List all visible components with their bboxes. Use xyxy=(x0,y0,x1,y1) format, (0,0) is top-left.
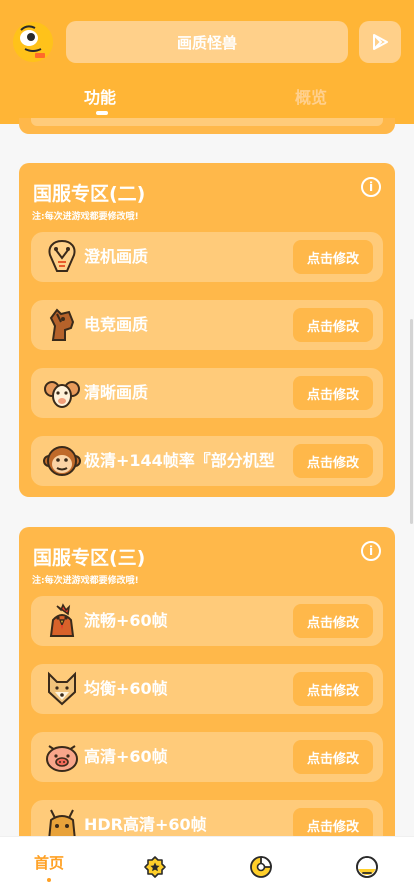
item-label: 高清+60帧 xyxy=(84,747,168,766)
pig-icon xyxy=(46,745,78,772)
nav-home[interactable]: 首页 xyxy=(28,837,70,895)
list-item: 清晰画质 点击修改 xyxy=(31,368,383,418)
nav-home-label: 首页 xyxy=(33,853,64,872)
list-item: 电竞画质 点击修改 xyxy=(31,300,383,350)
dog-icon xyxy=(48,671,76,706)
item-label: 均衡+60帧 xyxy=(84,679,168,698)
section-title: 国服专区(二) xyxy=(33,183,146,205)
section-title: 国服专区(三) xyxy=(33,547,146,569)
tab-indicator xyxy=(96,111,108,115)
section-cn-2: 国服专区(二) 注:每次进游戏都要修改哦! i 澄机画质 点击修改 电竞画质 点… xyxy=(19,163,395,497)
list-item: 高清+60帧 点击修改 xyxy=(31,732,383,782)
item-label: 极清+144帧率『部分机型 xyxy=(84,451,275,470)
app-logo xyxy=(13,22,53,62)
pie-chart-icon xyxy=(250,855,272,878)
item-label: 电竞画质 xyxy=(84,315,149,334)
section-note: 注:每次进游戏都要修改哦! xyxy=(32,212,139,222)
modify-button[interactable]: 点击修改 xyxy=(293,672,373,706)
nav-active-dot xyxy=(47,877,51,882)
info-icon[interactable]: i xyxy=(361,541,381,561)
monkey-icon xyxy=(43,446,81,476)
app-header: 画质怪兽 功能 概览 xyxy=(0,0,414,124)
tab-overview[interactable]: 概览 xyxy=(295,84,327,108)
list-item: 流畅+60帧 点击修改 xyxy=(31,596,383,646)
list-item: 澄机画质 点击修改 xyxy=(31,232,383,282)
item-label: 清晰画质 xyxy=(84,383,149,402)
ram-icon xyxy=(44,381,80,408)
app-title[interactable]: 画质怪兽 xyxy=(66,21,348,63)
nav-featured[interactable] xyxy=(140,837,170,895)
item-label: 流畅+60帧 xyxy=(84,611,168,630)
nav-stats[interactable] xyxy=(246,837,276,895)
modify-button[interactable]: 点击修改 xyxy=(293,376,373,410)
modify-button[interactable]: 点击修改 xyxy=(293,240,373,274)
nav-profile[interactable] xyxy=(352,837,382,895)
horse-icon xyxy=(49,308,75,341)
item-label: 澄机画质 xyxy=(84,247,149,266)
rooster-icon xyxy=(49,603,75,637)
list-item: 极清+144帧率『部分机型 点击修改 xyxy=(31,436,383,486)
play-button[interactable] xyxy=(359,21,401,63)
scrollbar[interactable] xyxy=(410,319,413,524)
tab-function[interactable]: 功能 xyxy=(84,84,116,108)
play-icon xyxy=(373,34,388,50)
profile-icon xyxy=(356,855,378,878)
star-badge-icon xyxy=(144,855,166,878)
section-cn-3: 国服专区(三) 注:每次进游戏都要修改哦! i 流畅+60帧 点击修改 均衡+6… xyxy=(19,527,395,867)
list-item: 均衡+60帧 点击修改 xyxy=(31,664,383,714)
previous-item-tail xyxy=(31,118,383,126)
modify-button[interactable]: 点击修改 xyxy=(293,444,373,478)
bottom-nav: 首页 xyxy=(0,836,414,895)
cobra-icon xyxy=(48,239,76,272)
info-icon[interactable]: i xyxy=(361,177,381,197)
section-note: 注:每次进游戏都要修改哦! xyxy=(32,576,139,586)
modify-button[interactable]: 点击修改 xyxy=(293,740,373,774)
modify-button[interactable]: 点击修改 xyxy=(293,308,373,342)
modify-button[interactable]: 点击修改 xyxy=(293,604,373,638)
